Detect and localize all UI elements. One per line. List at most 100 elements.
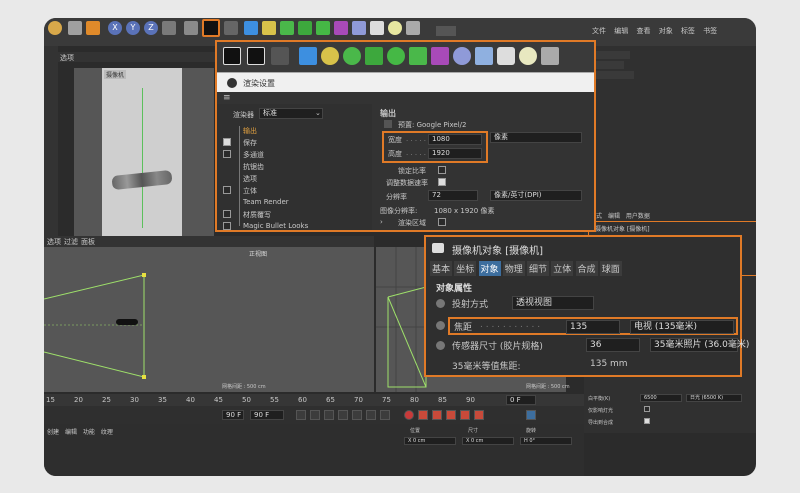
resolution-unit-select[interactable]: 像素/英寸(DPI) — [490, 190, 582, 201]
tree-save[interactable]: 保存 — [243, 138, 257, 148]
menu-file[interactable]: 文件 — [592, 27, 606, 35]
end-frame-field[interactable]: 90 F — [222, 410, 244, 420]
render-floor-icon[interactable] — [475, 47, 493, 65]
export-comp-check[interactable] — [644, 418, 650, 424]
tree-magic-bullet[interactable]: Magic Bullet Looks — [243, 222, 308, 230]
mat-menu-texture[interactable]: 纹理 — [101, 429, 113, 436]
key-position-button[interactable] — [432, 410, 442, 420]
focal-field[interactable]: 135 — [566, 320, 620, 334]
key-rotation-button[interactable] — [460, 410, 470, 420]
render-gear-icon[interactable] — [271, 47, 289, 65]
render-bend-icon[interactable] — [431, 47, 449, 65]
render-active-icon[interactable] — [247, 47, 265, 65]
tree-stereo[interactable]: 立体 — [243, 186, 257, 196]
timeline-mode-button[interactable] — [526, 410, 536, 420]
tree-team-render[interactable]: Team Render — [243, 198, 289, 206]
render-region-icon[interactable] — [223, 47, 241, 65]
front-viewport[interactable]: 正视图 网格间距 : 500 cm — [44, 247, 374, 392]
tab-coord[interactable]: 坐标 — [454, 261, 477, 276]
scale-icon[interactable] — [86, 21, 100, 35]
projection-anim-icon[interactable] — [436, 299, 445, 308]
mat-menu-create[interactable]: 创建 — [47, 429, 59, 436]
render-spline-icon[interactable] — [409, 47, 427, 65]
tree-stereo-check[interactable] — [223, 186, 231, 194]
undo-icon[interactable] — [48, 21, 62, 35]
bottom-menu-filter[interactable]: 过滤 — [64, 237, 78, 247]
width-field[interactable]: 1080 — [428, 134, 482, 145]
layout-icon[interactable] — [436, 26, 456, 36]
preset-toggle-icon[interactable] — [384, 120, 392, 128]
timeline-ruler[interactable]: 15 20 25 30 35 40 45 50 55 60 65 70 75 8… — [44, 394, 584, 406]
tree-override-check[interactable] — [223, 210, 231, 218]
coord-h-rot[interactable]: H 0° — [520, 437, 572, 445]
affect-lights-check[interactable] — [644, 406, 650, 412]
attr-userdata[interactable]: 用户数据 — [626, 213, 650, 220]
tree-save-check[interactable] — [223, 138, 231, 146]
record-button[interactable] — [404, 410, 414, 420]
render-subdiv-icon[interactable] — [343, 47, 361, 65]
sensor-anim-icon[interactable] — [436, 341, 445, 350]
vp-menu-item[interactable]: 选项 — [60, 53, 74, 63]
pen-icon[interactable] — [262, 21, 276, 35]
bottom-menu-panel[interactable]: 面板 — [81, 237, 95, 247]
gear-icon[interactable] — [224, 21, 238, 35]
render-settings-icon[interactable] — [202, 19, 220, 37]
coord-x-size[interactable]: X 0 cm — [462, 437, 514, 445]
tree-multipass-check[interactable] — [223, 150, 231, 158]
tree-mbl-check[interactable] — [223, 222, 231, 230]
render-array-icon[interactable] — [365, 47, 383, 65]
tab-basic[interactable]: 基本 — [430, 261, 453, 276]
focal-preset-select[interactable]: 电视 (135毫米) — [630, 320, 734, 334]
deformer-icon[interactable] — [334, 21, 348, 35]
tab-stereo[interactable]: 立体 — [551, 261, 574, 276]
render-cloner-icon[interactable] — [387, 47, 405, 65]
prev-key-button[interactable] — [310, 410, 320, 420]
menu-view[interactable]: 查看 — [636, 27, 650, 35]
wb-preset[interactable]: 日光 (6500 K) — [686, 394, 742, 402]
render-view-icon[interactable] — [184, 21, 198, 35]
subdivision-icon[interactable] — [280, 21, 294, 35]
render-help-icon[interactable] — [541, 47, 559, 65]
end-frame-field-2[interactable]: 90 F — [250, 410, 284, 420]
mat-menu-edit[interactable]: 编辑 — [65, 429, 77, 436]
resolution-field[interactable]: 72 — [428, 190, 478, 201]
render-region-check[interactable] — [438, 218, 446, 226]
cube-icon[interactable] — [244, 21, 258, 35]
coord-x-pos[interactable]: X 0 cm — [404, 437, 456, 445]
tab-composition[interactable]: 合成 — [575, 261, 598, 276]
current-frame-field[interactable]: 0 F — [506, 395, 536, 405]
move-icon[interactable] — [68, 21, 82, 35]
tree-options[interactable]: 选项 — [243, 174, 257, 184]
x-axis-icon[interactable]: X — [108, 21, 122, 35]
menu-object[interactable]: 对象 — [659, 27, 673, 35]
attr-edit[interactable]: 编辑 — [608, 213, 620, 220]
tree-antialias[interactable]: 抗锯齿 — [243, 162, 264, 172]
render-pen-icon[interactable] — [321, 47, 339, 65]
projection-select[interactable]: 透视视图 — [512, 296, 594, 310]
menu-edit[interactable]: 编辑 — [614, 27, 628, 35]
tab-object[interactable]: 对象 — [478, 261, 501, 276]
tree-material-override[interactable]: 材质覆写 — [243, 210, 271, 220]
sensor-field[interactable]: 36 — [586, 338, 640, 352]
wb-value[interactable]: 6500 — [640, 394, 682, 402]
cloner-icon[interactable] — [316, 21, 330, 35]
tab-spherical[interactable]: 球面 — [599, 261, 622, 276]
z-axis-icon[interactable]: Z — [144, 21, 158, 35]
expand-arrow-icon[interactable]: › — [380, 218, 383, 226]
floor-icon[interactable] — [352, 21, 366, 35]
tab-details[interactable]: 细节 — [527, 261, 550, 276]
renderer-select[interactable]: 标准 — [259, 108, 323, 119]
coord-icon[interactable] — [162, 21, 176, 35]
goto-end-button[interactable] — [380, 410, 390, 420]
top-viewport[interactable]: 摄像机 — [74, 68, 214, 248]
hamburger-icon[interactable]: ≡ — [223, 93, 231, 103]
tab-physical[interactable]: 物理 — [502, 261, 525, 276]
menu-bookmarks[interactable]: 书签 — [703, 27, 717, 35]
tree-output[interactable]: 输出 — [243, 126, 257, 136]
next-frame-button[interactable] — [352, 410, 362, 420]
autokey-button[interactable] — [418, 410, 428, 420]
render-light-icon[interactable] — [519, 47, 537, 65]
height-field[interactable]: 1920 — [428, 148, 482, 159]
tree-multipass[interactable]: 多通道 — [243, 150, 264, 160]
lock-ratio-check[interactable] — [438, 166, 446, 174]
